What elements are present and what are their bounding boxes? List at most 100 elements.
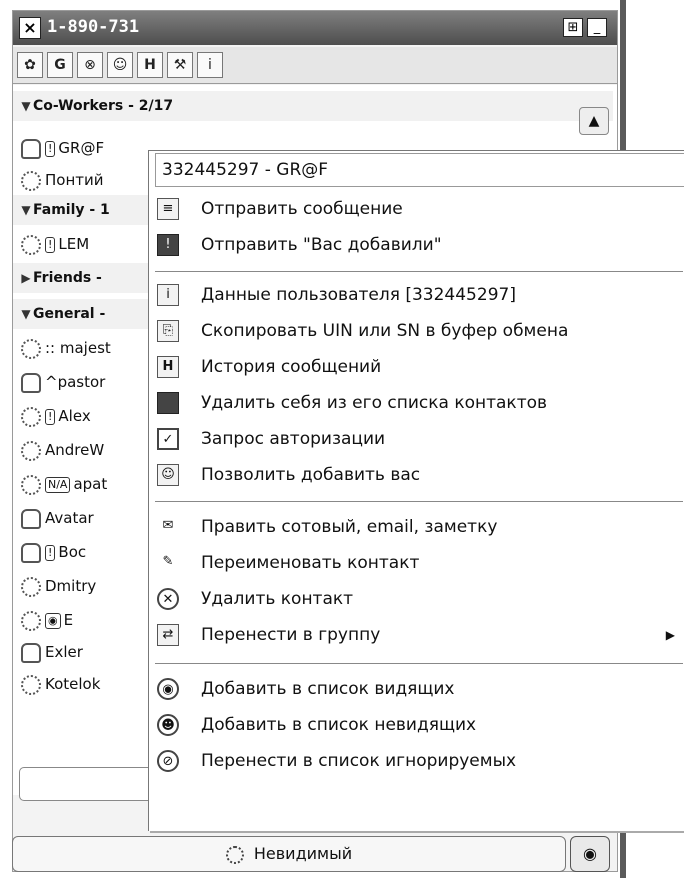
- status-button[interactable]: Невидимый: [12, 836, 566, 872]
- settings-icon[interactable]: ✿: [17, 52, 43, 78]
- contact-row[interactable]: AndreW: [13, 435, 163, 465]
- note-icon: !: [45, 544, 56, 561]
- menu-item-label: Добавить в список видящих: [201, 679, 455, 699]
- ignore-icon[interactable]: ⊗: [77, 52, 103, 78]
- expanded-icon: ▼: [21, 99, 31, 113]
- contact-row[interactable]: N/A apat: [13, 469, 163, 499]
- close-icon[interactable]: ×: [19, 17, 41, 39]
- menu-item-label: Удалить себя из его списка контактов: [201, 393, 548, 413]
- menu-item-rename[interactable]: ✎ Переименовать контакт: [149, 545, 684, 581]
- contact-row[interactable]: Dmitry: [13, 571, 163, 601]
- menu-item-edit-info[interactable]: ✉ Править сотовый, email, заметку: [149, 509, 684, 545]
- dock-icon[interactable]: ⊞: [563, 18, 583, 37]
- context-menu: 332445297 - GR@F ≡ Отправить сообщение !…: [148, 150, 684, 831]
- eye-icon: ◉: [45, 612, 61, 629]
- contact-status-icon: [21, 234, 41, 255]
- menu-item-label: Позволить добавить вас: [201, 465, 421, 485]
- contact-name: E: [63, 611, 74, 629]
- menu-item-move-group[interactable]: ⇄ Перенести в группу ▶: [149, 617, 684, 653]
- contact-name: Kotelok: [45, 675, 101, 693]
- contact-row[interactable]: ◉ E: [13, 605, 163, 635]
- contact-row[interactable]: ! Boc: [13, 537, 163, 567]
- history-h-icon[interactable]: H: [137, 52, 163, 78]
- menu-item-label: Добавить в список невидящих: [201, 715, 477, 735]
- contact-row[interactable]: ! LEM: [13, 229, 163, 259]
- contact-row[interactable]: Exler: [13, 637, 163, 667]
- menu-separator: [155, 501, 683, 502]
- contacts-icon[interactable]: ☺: [107, 52, 133, 78]
- menu-item-label: Переименовать контакт: [201, 553, 420, 573]
- menu-item-visible-list[interactable]: ◉ Добавить в список видящих: [149, 671, 684, 707]
- contact-name: ^pastor: [45, 373, 106, 391]
- contact-row[interactable]: ^pastor: [13, 367, 163, 397]
- contact-name: LEM: [58, 235, 90, 253]
- contact-status-icon: [21, 610, 41, 631]
- note-icon: !: [45, 408, 56, 425]
- menu-item-label: Перенести в группу: [201, 625, 381, 645]
- contact-status-icon: [21, 674, 41, 695]
- contact-status-icon: [21, 372, 41, 393]
- menu-item-label: Править сотовый, email, заметку: [201, 517, 498, 537]
- contact-status-icon: [21, 170, 41, 191]
- menu-item-label: История сообщений: [201, 357, 382, 377]
- menu-item-send-message[interactable]: ≡ Отправить сообщение: [149, 191, 684, 227]
- visible-list-icon: ◉: [157, 678, 179, 700]
- contact-status-icon: [21, 440, 41, 461]
- group-label: General -: [33, 306, 106, 322]
- allow-add-icon: ☺: [157, 464, 179, 486]
- menu-separator: [155, 663, 683, 664]
- collapsed-icon: ▶: [21, 271, 31, 285]
- na-icon: N/A: [45, 476, 71, 493]
- contact-status-icon: [21, 406, 41, 427]
- message-icon: ≡: [157, 198, 179, 220]
- menu-item-user-info[interactable]: i Данные пользователя [332445297]: [149, 277, 684, 313]
- note-icon: !: [45, 140, 56, 157]
- contact-name: AndreW: [45, 441, 105, 459]
- privacy-eye-icon[interactable]: ◉: [570, 836, 610, 872]
- contact-name: GR@F: [58, 139, 105, 157]
- remove-self-icon: [157, 392, 179, 414]
- scroll-up-button[interactable]: ▲: [579, 107, 609, 135]
- contact-name: Dmitry: [45, 577, 97, 595]
- contact-row[interactable]: Kotelok: [13, 669, 163, 699]
- info-icon[interactable]: i: [197, 52, 223, 78]
- expanded-icon: ▼: [21, 203, 31, 217]
- titlebar: × 1-890-731 ⊞ _: [13, 11, 617, 45]
- history-icon: H: [157, 356, 179, 378]
- tools-icon[interactable]: ⚒: [167, 52, 193, 78]
- invisible-status-icon: [225, 845, 244, 864]
- contact-row[interactable]: ! Alex: [13, 401, 163, 431]
- g-icon[interactable]: G: [47, 52, 73, 78]
- contact-row[interactable]: :: majest: [13, 333, 163, 363]
- authorization-icon: ✓: [157, 428, 179, 450]
- menu-item-delete-contact[interactable]: ✕ Удалить контакт: [149, 581, 684, 617]
- contact-name: Exler: [45, 643, 83, 661]
- menu-item-ignore-list[interactable]: ⊘ Перенести в список игнорируемых: [149, 743, 684, 779]
- contact-row[interactable]: Avatar: [13, 503, 163, 533]
- menu-item-auth-request[interactable]: ✓ Запрос авторизации: [149, 421, 684, 457]
- edit-contact-info-icon: ✉: [162, 518, 174, 533]
- menu-item-remove-self[interactable]: Удалить себя из его списка контактов: [149, 385, 684, 421]
- rename-icon: ✎: [162, 554, 174, 569]
- group-general[interactable]: ▼ General -: [13, 299, 163, 329]
- contact-row[interactable]: ! GR@F: [13, 133, 163, 163]
- menu-item-send-added[interactable]: ! Отправить "Вас добавили": [149, 227, 684, 263]
- note-icon: !: [45, 236, 56, 253]
- menu-item-copy-uin[interactable]: ⎘ Скопировать UIN или SN в буфер обмена: [149, 313, 684, 349]
- group-family[interactable]: ▼ Family - 1: [13, 195, 163, 225]
- move-group-icon: ⇄: [157, 624, 179, 646]
- menu-item-label: Отправить "Вас добавили": [201, 235, 442, 255]
- contact-name: Avatar: [45, 509, 94, 527]
- group-co-workers[interactable]: ▼ Co-Workers - 2/17: [13, 91, 613, 121]
- contact-name: :: majest: [45, 339, 111, 357]
- added-notice-icon: !: [157, 234, 179, 256]
- menu-item-invisible-list[interactable]: ☻ Добавить в список невидящих: [149, 707, 684, 743]
- menu-item-history[interactable]: H История сообщений: [149, 349, 684, 385]
- group-label: Family - 1: [33, 202, 110, 218]
- group-label: Co-Workers - 2/17: [33, 98, 174, 114]
- group-label: Friends -: [33, 270, 102, 286]
- contact-row[interactable]: Понтий: [13, 165, 163, 195]
- menu-item-allow-add[interactable]: ☺ Позволить добавить вас: [149, 457, 684, 493]
- minimize-icon[interactable]: _: [587, 18, 607, 37]
- group-friends[interactable]: ▶ Friends -: [13, 263, 163, 293]
